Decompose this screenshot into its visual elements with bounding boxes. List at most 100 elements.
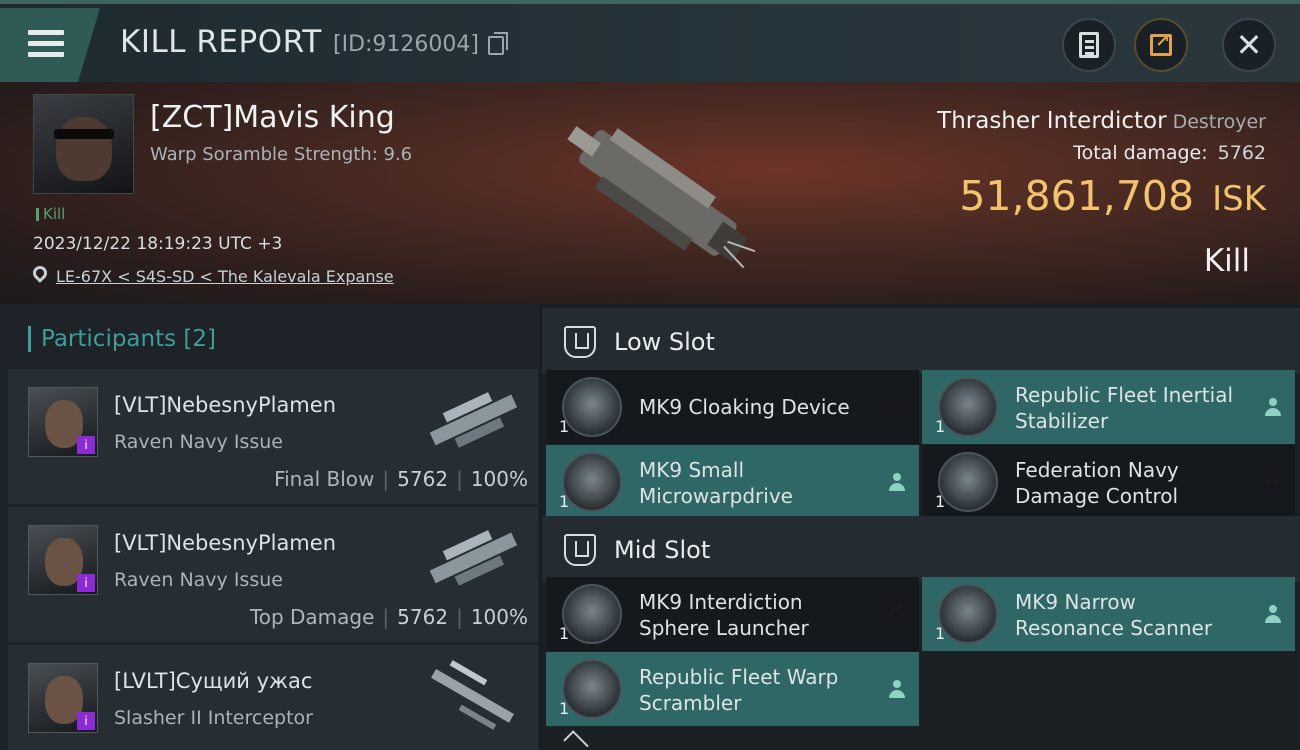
module-quantity: 1 xyxy=(559,699,570,718)
kill-tag-bar xyxy=(36,208,39,221)
module-quantity: 1 xyxy=(935,624,946,643)
copy-icon[interactable] xyxy=(488,32,508,55)
module-quantity: 1 xyxy=(559,492,570,511)
participant-avatar[interactable]: i xyxy=(28,387,98,457)
isk-value: 51,861,708 ISK xyxy=(959,172,1266,220)
module-item[interactable]: 1 MK9 Narrow Resonance Scanner xyxy=(922,577,1295,651)
participants-count: [2] xyxy=(183,326,217,352)
module-item[interactable]: 1 Republic Fleet Inertial Stabilizer xyxy=(922,370,1295,444)
module-quantity: 1 xyxy=(559,624,570,643)
low-slot-header: Low Slot xyxy=(542,308,1300,374)
victim-avatar[interactable] xyxy=(33,94,134,194)
menu-button[interactable] xyxy=(0,8,100,82)
info-badge: i xyxy=(77,436,95,454)
module-quantity: 1 xyxy=(935,492,946,511)
stat-label: Final Blow xyxy=(274,467,375,491)
low-slot-label: Low Slot xyxy=(614,328,715,356)
module-name: MK9 Narrow Resonance Scanner xyxy=(1015,590,1213,640)
module-name: MK9 Small Microwarpdrive xyxy=(639,458,793,508)
info-badge: i xyxy=(77,712,95,730)
participants-title: Participants [2] xyxy=(41,326,216,352)
module-item[interactable]: 1 Republic Fleet Warp Scrambler xyxy=(546,652,919,726)
participant-card[interactable]: i [VLT]NebesnyPlamen Raven Navy Issue To… xyxy=(8,507,538,642)
participants-label: Participants xyxy=(41,326,177,352)
low-slot-icon xyxy=(564,326,596,358)
portrait-face xyxy=(56,117,112,181)
kill-datetime: 2023/12/22 18:19:23 UTC +3 xyxy=(33,234,283,254)
participant-ship: Raven Navy Issue xyxy=(114,569,283,591)
participant-card[interactable]: i [VLT]NebesnyPlamen Raven Navy Issue Fi… xyxy=(8,369,538,504)
isk-amount: 51,861,708 xyxy=(959,172,1195,220)
clipboard-icon xyxy=(1079,32,1099,58)
ship-hull xyxy=(567,126,756,269)
participants-title-bar xyxy=(28,326,31,352)
participant-ship: Raven Navy Issue xyxy=(114,431,283,453)
module-item[interactable]: 1 MK9 Cloaking Device ✕ xyxy=(546,370,919,444)
participant-stats: Final Blow | 5762 | 100% xyxy=(274,467,528,491)
kill-tag: Kill xyxy=(36,205,65,223)
participant-name: [LVLT]Сущий ужас xyxy=(114,669,313,693)
close-button[interactable]: ✕ xyxy=(1222,18,1276,72)
cloaking-device-icon xyxy=(562,377,622,437)
stat-percent: 100% xyxy=(470,467,528,491)
share-icon xyxy=(1150,31,1172,56)
close-icon: ✕ xyxy=(1235,26,1263,64)
total-damage-value: 5762 xyxy=(1217,142,1266,164)
victim-ship-name[interactable]: Thrasher Interdictor Destroyer xyxy=(937,108,1266,134)
damage-control-icon xyxy=(938,452,998,512)
total-damage-label: Total damage: xyxy=(1073,142,1208,164)
isk-unit: ISK xyxy=(1212,179,1266,219)
victim-ship-image xyxy=(567,126,756,269)
menu-icon xyxy=(28,30,64,58)
participant-stats: Top Damage | 5762 | 100% xyxy=(250,605,528,629)
module-item[interactable]: 1 MK9 Interdiction Sphere Launcher ✕ xyxy=(546,577,919,651)
stat-damage: 5762 xyxy=(397,605,449,629)
module-name: MK9 Interdiction Sphere Launcher xyxy=(639,590,809,640)
destroyed-icon: ✕ xyxy=(885,388,907,418)
total-damage: Total damage: 5762 xyxy=(1073,142,1266,164)
participant-avatar[interactable]: i xyxy=(28,663,98,733)
warp-scramble-strength: Warp Soramble Strength: 9.6 xyxy=(150,144,413,165)
participant-name: [VLT]NebesnyPlamen xyxy=(114,393,336,417)
share-button[interactable] xyxy=(1134,18,1188,72)
report-id: [ID:9126004] xyxy=(333,32,479,57)
participant-card[interactable]: i [LVLT]Сущий ужас Slasher II Intercepto… xyxy=(8,645,538,750)
warp-scrambler-icon xyxy=(562,659,622,719)
portrait-shades xyxy=(54,129,114,139)
ship-class: Destroyer xyxy=(1172,111,1266,133)
module-name: Federation Navy Damage Control xyxy=(1015,458,1179,508)
stat-separator: | xyxy=(456,467,463,491)
destroyed-icon: ✕ xyxy=(1261,463,1283,493)
module-name: Republic Fleet Inertial Stabilizer xyxy=(1015,383,1234,433)
participant-avatar[interactable]: i xyxy=(28,525,98,595)
dropped-person-icon xyxy=(1265,605,1281,623)
victim-name[interactable]: [ZCT]Mavis King xyxy=(150,100,395,135)
stat-percent: 100% xyxy=(470,605,528,629)
microwarpdrive-icon xyxy=(562,452,622,512)
info-badge: i xyxy=(77,574,95,592)
participant-ship-image xyxy=(431,660,514,730)
module-item[interactable]: 1 MK9 Small Microwarpdrive xyxy=(546,445,919,519)
module-name: Republic Fleet Warp Scrambler xyxy=(639,665,839,715)
module-quantity: 1 xyxy=(559,417,570,436)
participant-ship-image xyxy=(429,392,518,448)
stat-damage: 5762 xyxy=(397,467,449,491)
inertial-stabilizer-icon xyxy=(938,377,998,437)
location-link[interactable]: LE-67X < S4S-SD < The Kalevala Expanse xyxy=(56,267,394,286)
participant-ship: Slasher II Interceptor xyxy=(114,707,313,729)
stat-separator: | xyxy=(456,605,463,629)
destroyed-icon: ✕ xyxy=(885,595,907,625)
stat-separator: | xyxy=(382,605,390,629)
dropped-person-icon xyxy=(889,473,905,491)
stat-separator: | xyxy=(382,467,390,491)
mid-slot-label: Mid Slot xyxy=(614,536,711,564)
module-item[interactable]: 1 Federation Navy Damage Control ✕ xyxy=(922,445,1295,519)
result-label: Kill xyxy=(1203,243,1250,279)
module-quantity: 1 xyxy=(935,417,946,436)
clipboard-button[interactable] xyxy=(1062,18,1116,72)
mid-slot-icon xyxy=(564,534,596,566)
page-title: KILL REPORT xyxy=(120,24,322,60)
ship-type: Thrasher Interdictor xyxy=(937,108,1167,134)
interdiction-launcher-icon xyxy=(562,584,622,644)
participant-name: [VLT]NebesnyPlamen xyxy=(114,531,336,555)
